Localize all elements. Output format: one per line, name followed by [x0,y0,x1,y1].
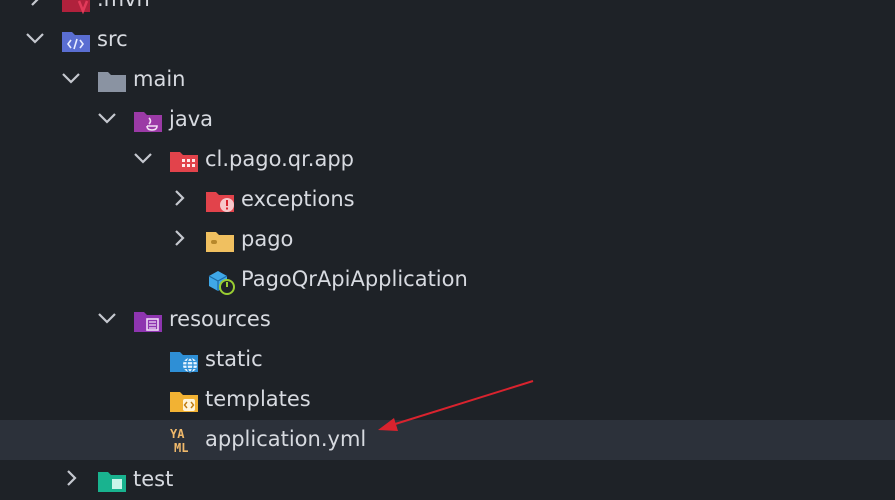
maven-folder-icon [61,0,91,15]
tree-item-java[interactable]: java [0,100,895,140]
tree-item-label: cl.pago.qr.app [205,147,354,171]
tree-item-label: static [205,347,263,371]
tree-item-resources[interactable]: resources [0,300,895,340]
chevron-down-icon[interactable] [96,107,118,129]
yaml-file-icon: YA ML [169,426,199,455]
spring-class-icon [205,269,235,295]
test-folder-icon [97,469,127,493]
tree-item-label: java [169,107,213,131]
svg-text:ML: ML [174,441,188,455]
tree-item-label: main [133,67,186,91]
tree-item-src[interactable]: src [0,20,895,60]
folder-icon [205,229,235,253]
tree-item-label: pago [241,227,294,251]
tree-item-templates[interactable]: templates [0,380,895,420]
folder-icon [97,69,127,93]
tree-item-label: test [133,467,174,491]
chevron-right-icon[interactable] [168,227,190,249]
tree-item-label: src [97,27,128,51]
chevron-right-icon[interactable] [60,467,82,489]
tree-item-pagoqrapiapplication[interactable]: PagoQrApiApplication [0,260,895,300]
tree-item-label: templates [205,387,311,411]
web-folder-icon [169,349,199,373]
tree-item-static[interactable]: static [0,340,895,380]
chevron-down-icon[interactable] [60,67,82,89]
tree-item-label: resources [169,307,271,331]
chevron-down-icon[interactable] [132,147,154,169]
chevron-right-icon[interactable] [168,187,190,209]
tree-item-mvn[interactable]: .mvn [0,0,895,20]
source-folder-icon [61,29,91,53]
chevron-down-icon[interactable] [24,27,46,49]
templates-folder-icon [169,389,199,413]
tree-item-label: PagoQrApiApplication [241,267,468,291]
tree-item-test[interactable]: test [0,460,895,500]
resources-folder-icon [133,309,163,333]
tree-item-label: application.yml [205,427,367,451]
svg-text:YA: YA [170,427,185,441]
tree-item-pago[interactable]: pago [0,220,895,260]
package-folder-icon [169,149,199,173]
tree-item-label: exceptions [241,187,355,211]
tree-item-main[interactable]: main [0,60,895,100]
chevron-down-icon[interactable] [96,307,118,329]
tree-item-package[interactable]: cl.pago.qr.app [0,140,895,180]
tree-item-application-yml[interactable]: YA ML application.yml [0,420,895,460]
exceptions-folder-icon [205,189,235,213]
tree-item-label: .mvn [97,0,150,12]
chevron-right-icon[interactable] [24,0,46,9]
tree-item-exceptions[interactable]: exceptions [0,180,895,220]
java-folder-icon [133,109,163,133]
